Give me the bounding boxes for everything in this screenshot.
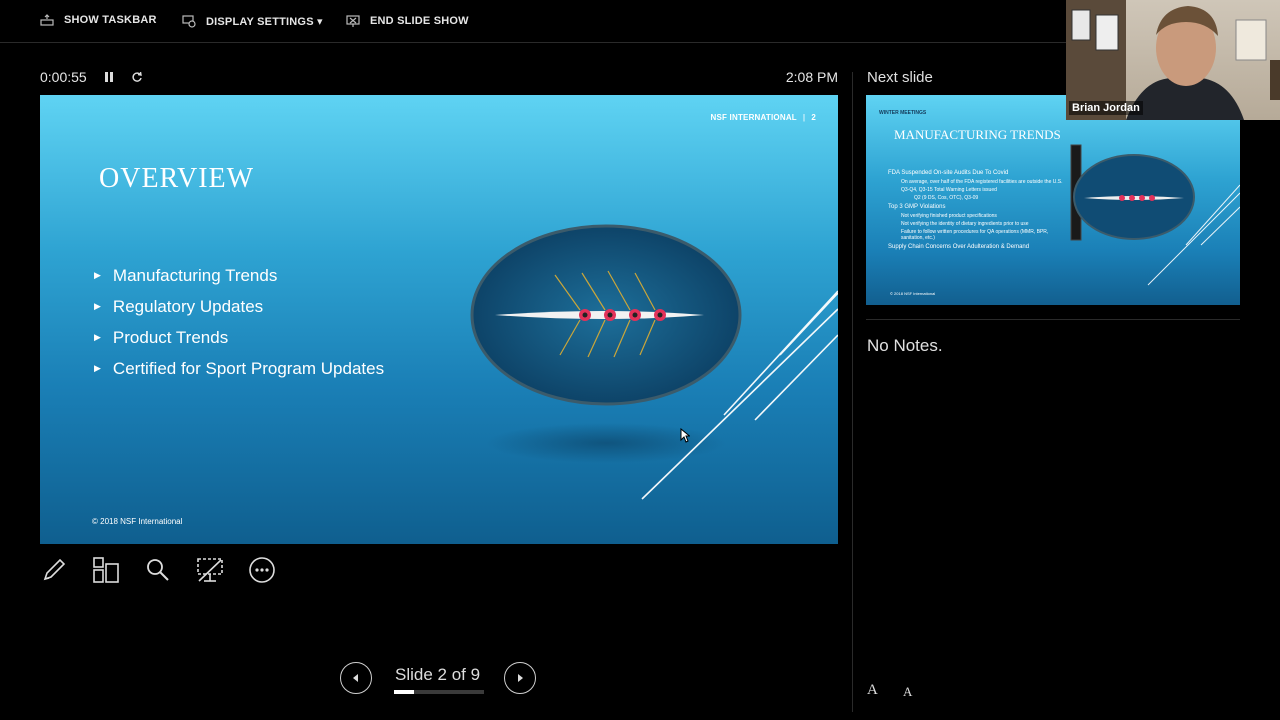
bullet-arrow-icon: ▶ xyxy=(94,270,101,280)
display-settings-label: DISPLAY SETTINGS ▾ xyxy=(206,15,323,28)
slide-footer: © 2018 NSF International xyxy=(92,517,183,526)
restart-timer-button[interactable] xyxy=(131,70,143,86)
next-slide-thumbnail[interactable]: WINTER MEETINGS MANUFACTURING TRENDS FDA… xyxy=(866,95,1240,305)
end-slide-show-button[interactable]: END SLIDE SHOW xyxy=(346,14,469,28)
bullet-item: ▶ Manufacturing Trends xyxy=(94,260,384,291)
pen-tool-button[interactable] xyxy=(40,556,68,584)
slide-header: NSF INTERNATIONAL | 2 xyxy=(711,113,816,122)
black-screen-button[interactable] xyxy=(196,556,224,584)
current-slide[interactable]: NSF INTERNATIONAL | 2 OVERVIEW ▶ Manufactur… xyxy=(40,95,838,544)
next-slide-line: Not verifying finished product specifica… xyxy=(901,213,997,219)
previous-slide-button[interactable] xyxy=(340,662,372,694)
display-settings-button[interactable]: DISPLAY SETTINGS ▾ xyxy=(182,14,323,28)
bullet-text: Certified for Sport Program Updates xyxy=(112,358,385,378)
participant-video[interactable]: Brian Jordan xyxy=(1066,0,1280,120)
decrease-font-button[interactable]: A xyxy=(903,684,912,700)
next-slide-footer: © 2018 NSF International xyxy=(890,291,936,296)
timer-row: 0:00:55 2:08 PM xyxy=(40,68,838,88)
zoom-button[interactable] xyxy=(144,556,172,584)
display-settings-icon xyxy=(182,15,196,28)
ellipse-shadow xyxy=(486,423,726,463)
next-slide-line: On average, over half of the FDA registe… xyxy=(901,179,1063,185)
slide-navigation: Slide 2 of 9 xyxy=(340,662,540,696)
screen-icon xyxy=(197,558,223,582)
next-slide-body: FDA Suspended On-site Audits Due To Covi… xyxy=(888,167,1068,251)
show-taskbar-label: SHOW TASKBAR xyxy=(64,14,157,26)
slide-header-org: NSF INTERNATIONAL xyxy=(710,113,797,122)
see-all-slides-button[interactable] xyxy=(92,556,120,584)
triangle-left-icon xyxy=(353,674,358,682)
pause-icon xyxy=(105,72,113,82)
participant-name: Brian Jordan xyxy=(1069,101,1143,115)
bullet-arrow-icon: ▶ xyxy=(94,363,101,373)
increase-font-button[interactable]: A xyxy=(867,682,878,699)
next-slide-line: Supply Chain Concerns Over Adulteration … xyxy=(888,244,1030,250)
elapsed-timer: 0:00:55 xyxy=(40,69,87,85)
presenter-top-bar: SHOW TASKBAR DISPLAY SETTINGS ▾ END SLID… xyxy=(0,0,1066,43)
slide-progress-fill xyxy=(394,690,414,694)
slide-counter: Slide 2 of 9 xyxy=(395,665,481,684)
bullet-text: Product Trends xyxy=(112,327,229,347)
triangle-right-icon xyxy=(518,674,523,682)
zoom-icon xyxy=(147,559,169,581)
slide-progress-bar xyxy=(394,690,484,694)
bullet-text: Manufacturing Trends xyxy=(112,265,278,285)
next-slide-title: MANUFACTURING TRENDS xyxy=(894,127,1061,142)
more-options-button[interactable] xyxy=(248,556,276,584)
show-taskbar-button[interactable]: SHOW TASKBAR xyxy=(40,14,157,26)
bullet-arrow-icon: ▶ xyxy=(94,301,101,311)
bullet-item: ▶ Product Trends xyxy=(94,322,384,353)
end-show-icon xyxy=(346,15,360,27)
next-slide-label: Next slide xyxy=(867,69,933,86)
notes-divider xyxy=(866,319,1240,320)
bullet-text: Regulatory Updates xyxy=(112,296,264,316)
speaker-notes[interactable]: No Notes. xyxy=(867,336,943,356)
next-slide-line: Not verifying the identity of dietary in… xyxy=(901,221,1029,227)
mouse-cursor-icon xyxy=(680,428,690,443)
pen-icon xyxy=(43,558,66,581)
current-clock: 2:08 PM xyxy=(785,69,838,85)
next-slide-line: FDA Suspended On-site Audits Due To Covi… xyxy=(888,170,1009,176)
slide-header-page: 2 xyxy=(811,113,816,122)
next-slide-line: Q3-Q4, Q3-15 Total Warning Letters issue… xyxy=(901,187,997,193)
next-slide-tag: WINTER MEETINGS xyxy=(879,110,927,116)
presenter-toolbar xyxy=(40,556,276,584)
bullet-item: ▶ Regulatory Updates xyxy=(94,291,384,322)
pause-timer-button[interactable] xyxy=(104,70,114,86)
next-slide-button[interactable] xyxy=(504,662,536,694)
next-slide-line: Q2 (9 DS, Cos, OTC), Q3-09 xyxy=(914,195,979,201)
end-slide-show-label: END SLIDE SHOW xyxy=(370,15,469,27)
bullet-item: ▶ Certified for Sport Program Updates xyxy=(94,353,384,384)
restart-icon xyxy=(132,71,142,82)
slide-header-separator: | xyxy=(802,113,806,122)
slides-grid-icon xyxy=(93,557,119,583)
slide-title: OVERVIEW xyxy=(99,163,255,194)
more-icon xyxy=(249,557,275,583)
taskbar-icon xyxy=(40,14,54,26)
pane-divider[interactable] xyxy=(852,72,853,712)
next-slide-line: Top 3 GMP Violations xyxy=(888,204,946,210)
slide-bullet-list: ▶ Manufacturing Trends ▶ Regulatory Update… xyxy=(94,260,384,384)
next-slide-line: Failure to follow written procedures for… xyxy=(901,229,1049,241)
bullet-arrow-icon: ▶ xyxy=(94,332,101,342)
